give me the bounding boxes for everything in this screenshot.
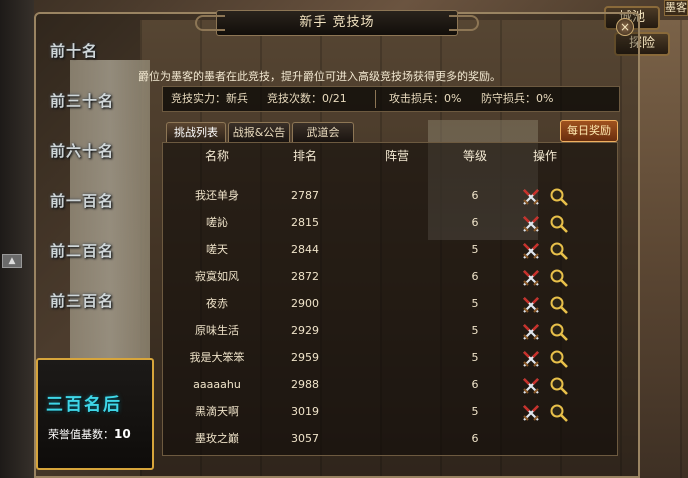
stat-count: 竞技次数：0/21 <box>267 92 347 105</box>
row-level: 6 <box>471 270 479 283</box>
tier-top-10[interactable]: 前十名 <box>50 40 150 64</box>
magnifier-icon[interactable] <box>549 322 569 342</box>
collapse-arrow-icon[interactable]: ▲ <box>2 254 22 268</box>
left-side-panel <box>0 0 34 478</box>
row-actions <box>521 295 571 315</box>
table-row: 我还单身 2787 6 <box>163 183 617 210</box>
magnifier-icon[interactable] <box>549 241 569 261</box>
stat-strength: 竞技实力：新兵 <box>171 92 248 105</box>
arena-window: 新手 竞技场 × 前十名 前三十名 前六十名 前一百名 前二百名 前三百名 三百… <box>34 10 640 478</box>
magnifier-icon[interactable] <box>549 214 569 234</box>
row-actions <box>521 241 571 261</box>
magnifier-icon[interactable] <box>549 349 569 369</box>
crossed-swords-icon[interactable] <box>521 322 541 342</box>
tier-top-60[interactable]: 前六十名 <box>50 140 150 164</box>
magnifier-icon[interactable] <box>549 376 569 396</box>
window-title-bar: 新手 竞技场 <box>195 10 479 36</box>
crossed-swords-icon[interactable] <box>521 241 541 261</box>
row-actions <box>521 322 571 342</box>
tier-top-30[interactable]: 前三十名 <box>50 90 150 114</box>
honor-label: 荣誉值基数： <box>48 428 114 441</box>
crossed-swords-icon[interactable] <box>521 295 541 315</box>
row-rank: 2959 <box>291 351 319 364</box>
magnifier-icon[interactable] <box>549 187 569 207</box>
row-level: 6 <box>471 432 479 445</box>
row-rank: 3057 <box>291 432 319 445</box>
row-actions <box>521 349 571 369</box>
challenge-table: 名称 排名 阵营 等级 操作 我还单身 2787 6 嗟訫 2815 6 嗟天 2844 5 寂寞… <box>162 142 618 456</box>
tab-martial-tournament[interactable]: 武道会 <box>292 122 354 142</box>
honor-base: 荣誉值基数：10 <box>48 426 131 442</box>
tier-top-300[interactable]: 前三百名 <box>50 290 150 314</box>
stats-divider <box>375 90 376 108</box>
header-rank: 排名 <box>292 149 317 163</box>
table-row: 黑滴天啊 3019 5 <box>163 399 617 426</box>
crossed-swords-icon[interactable] <box>521 349 541 369</box>
table-header: 名称 排名 阵营 等级 操作 <box>163 143 617 169</box>
row-level: 5 <box>471 243 479 256</box>
table-row: 夜赤 2900 5 <box>163 291 617 318</box>
row-level: 5 <box>471 324 479 337</box>
row-actions <box>521 268 571 288</box>
current-tier-card: 三百名后 荣誉值基数：10 <box>36 358 154 470</box>
stat-defense-loss: 防守损兵：0% <box>481 92 554 105</box>
stat-attack-loss: 攻击损兵：0% <box>389 92 462 105</box>
row-rank: 2844 <box>291 243 319 256</box>
table-row: 嗟訫 2815 6 <box>163 210 617 237</box>
table-row: aaaaahu 2988 6 <box>163 372 617 399</box>
row-rank: 2872 <box>291 270 319 283</box>
tab-challenge-list[interactable]: 挑战列表 <box>166 122 226 142</box>
crossed-swords-icon[interactable] <box>521 268 541 288</box>
tier-top-100[interactable]: 前一百名 <box>50 190 150 214</box>
magnifier-icon[interactable] <box>549 268 569 288</box>
row-level: 6 <box>471 189 479 202</box>
tab-battle-report[interactable]: 战报&公告 <box>228 122 290 142</box>
table-row: 我是大笨笨 2959 5 <box>163 345 617 372</box>
title-ornament-right <box>449 15 479 31</box>
table-row: 原味生活 2929 5 <box>163 318 617 345</box>
row-rank: 3019 <box>291 405 319 418</box>
honor-value: 10 <box>114 427 131 441</box>
row-actions <box>521 376 571 396</box>
row-level: 6 <box>471 216 479 229</box>
table-row: 墨玫之巅 3057 6 <box>163 426 617 453</box>
magnifier-icon[interactable] <box>549 403 569 423</box>
row-rank: 2815 <box>291 216 319 229</box>
row-rank: 2929 <box>291 324 319 337</box>
row-actions <box>521 187 571 207</box>
window-title: 新手 竞技场 <box>299 15 375 30</box>
row-actions <box>521 214 571 234</box>
row-actions <box>521 403 571 423</box>
row-level: 5 <box>471 297 479 310</box>
magnifier-icon[interactable] <box>549 295 569 315</box>
header-action: 操作 <box>532 149 557 163</box>
close-button[interactable]: × <box>616 18 634 36</box>
row-level: 5 <box>471 405 479 418</box>
table-row: 寂寞如风 2872 6 <box>163 264 617 291</box>
row-level: 5 <box>471 351 479 364</box>
top-edge-button[interactable]: 墨客 <box>664 0 688 16</box>
row-rank: 2988 <box>291 378 319 391</box>
row-rank: 2900 <box>291 297 319 310</box>
title-ornament-left <box>195 15 225 31</box>
crossed-swords-icon[interactable] <box>521 403 541 423</box>
row-rank: 2787 <box>291 189 319 202</box>
daily-reward-button[interactable]: 每日奖励 <box>560 120 618 142</box>
current-tier-title: 三百名后 <box>46 395 122 415</box>
table-row: 嗟天 2844 5 <box>163 237 617 264</box>
arena-description: 爵位为墨客的墨者在此竞技，提升爵位可进入高级竞技场获得更多的奖励。 <box>138 70 501 83</box>
stats-bar: 竞技实力：新兵 竞技次数：0/21 攻击损兵：0% 防守损兵：0% <box>162 86 620 112</box>
crossed-swords-icon[interactable] <box>521 187 541 207</box>
crossed-swords-icon[interactable] <box>521 214 541 234</box>
row-level: 6 <box>471 378 479 391</box>
crossed-swords-icon[interactable] <box>521 376 541 396</box>
tier-top-200[interactable]: 前二百名 <box>50 240 150 264</box>
